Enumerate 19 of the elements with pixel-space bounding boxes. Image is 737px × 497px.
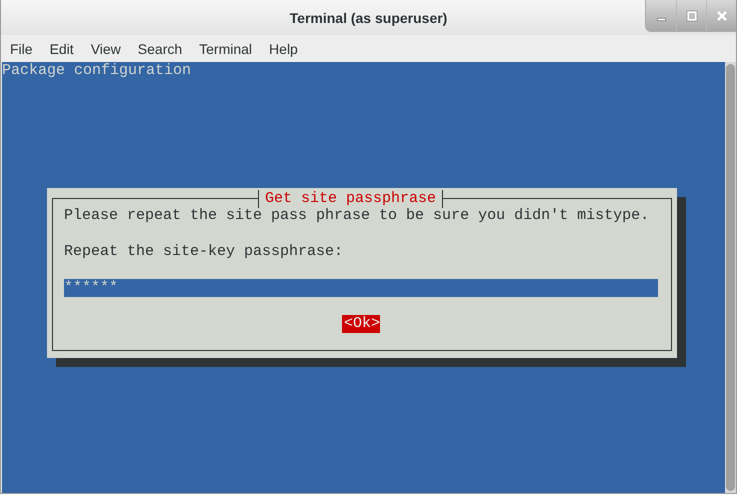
- minimize-icon: [656, 18, 666, 21]
- close-icon: [716, 10, 728, 22]
- header-text: Package configuration: [2, 62, 192, 80]
- menu-item[interactable]: Terminal: [199, 40, 252, 56]
- close-button[interactable]: [706, 0, 736, 31]
- menu-item[interactable]: Search: [138, 40, 182, 56]
- maximize-icon: [686, 10, 698, 22]
- menu-item[interactable]: File: [10, 40, 33, 56]
- ok-button[interactable]: <Ok>: [342, 315, 380, 333]
- dialog-title: Get site passphrase: [258, 190, 444, 208]
- menu-item[interactable]: View: [90, 40, 121, 56]
- maximize-button[interactable]: [676, 0, 706, 31]
- window-title: Terminal (as superuser): [290, 10, 448, 26]
- menu-item[interactable]: Help: [269, 40, 298, 56]
- password-field[interactable]: ******: [64, 279, 658, 297]
- menu-item[interactable]: Edit: [50, 40, 74, 56]
- prompt-label: Repeat the site-key passphrase:: [64, 243, 344, 261]
- minimize-button[interactable]: [646, 0, 676, 31]
- message-text: Please repeat the site pass phrase to be sure you didn't mistype.: [64, 207, 650, 225]
